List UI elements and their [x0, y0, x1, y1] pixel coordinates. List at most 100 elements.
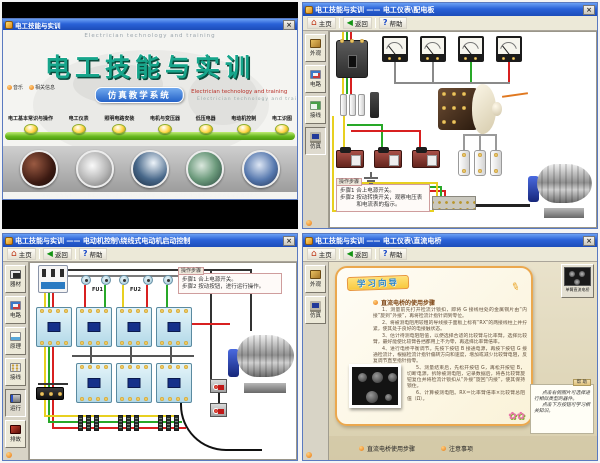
device-thumbnail[interactable]: 单臂直流电桥 [561, 264, 594, 298]
sidebar-item-wiring[interactable]: 接线 [5, 358, 26, 386]
sidebar-item-principle[interactable]: 原理 [5, 327, 26, 355]
fuse-holder[interactable] [474, 150, 486, 176]
breaker-handle[interactable] [348, 55, 357, 68]
fuse[interactable] [163, 275, 173, 285]
titlebar[interactable]: 电工技能与实训 —— 电动机控制\绕线式电动机启动控制 × [3, 234, 297, 247]
photo-meter[interactable] [76, 150, 114, 188]
back-button[interactable]: ◀返回 [343, 17, 372, 29]
wiring-icon [310, 101, 321, 110]
link-usage-steps[interactable]: 直流电桥使用步骤 [359, 444, 415, 453]
help-button[interactable]: ?帮助 [379, 17, 407, 29]
contactor[interactable] [156, 307, 192, 347]
thermal-relay[interactable] [36, 387, 64, 400]
app-icon [305, 237, 313, 245]
close-icon[interactable]: × [583, 236, 595, 246]
sidebar-item-simulation[interactable]: 仿真 [305, 296, 326, 324]
info-toggle[interactable]: 相关信息 [29, 84, 55, 91]
contactor[interactable] [116, 363, 152, 403]
contactor[interactable] [36, 307, 72, 347]
sidebar-item-run[interactable]: 运行 [5, 389, 26, 417]
box-icon [310, 270, 321, 279]
close-icon[interactable]: × [283, 236, 295, 246]
menu-item-motor-control[interactable]: 电动机控制 [231, 115, 256, 134]
titlebar[interactable]: 电工技能与实训 —— 电工仪表\直流电桥 × [303, 234, 597, 247]
photo-tool[interactable] [131, 150, 169, 188]
pushbutton-station[interactable] [210, 379, 227, 393]
titlebar[interactable]: 电工技能与实训 × [3, 19, 297, 30]
fuse[interactable] [119, 275, 129, 285]
toolbar-separator [375, 18, 376, 28]
sidebar-item-simulation[interactable]: 仿真 [305, 127, 326, 155]
menu-oval-button[interactable] [158, 124, 172, 134]
help-button[interactable]: ?帮助 [79, 248, 107, 260]
bullet-icon [359, 446, 364, 451]
home-button[interactable]: ⌂主页 [307, 17, 336, 29]
menu-oval-button[interactable] [275, 124, 289, 134]
guide-main: 学习向导 ✎ 直流电桥的使用步骤 1、测量前先打开检流计锁扣，即将 G 接线柱处… [329, 262, 597, 460]
contactor[interactable] [116, 307, 152, 347]
menu-item-lowvoltage[interactable]: 低压电器 [196, 115, 216, 134]
sidebar-item-equipment[interactable]: 器材 [5, 265, 26, 293]
menu-oval-button[interactable] [72, 124, 86, 134]
monitor-icon [310, 301, 321, 310]
circuit-breaker[interactable] [336, 40, 368, 78]
close-icon[interactable]: × [583, 5, 595, 15]
fuse[interactable] [143, 275, 153, 285]
meter-face [498, 38, 520, 54]
home-label: 主页 [19, 249, 32, 259]
menu-oval-button[interactable] [112, 124, 126, 134]
sidebar-item-appearance[interactable]: 外观 [305, 265, 326, 293]
menu-oval-button[interactable] [237, 124, 251, 134]
pushbutton-station[interactable] [210, 403, 227, 417]
menu-item-drawings[interactable]: 电工识图 [272, 115, 292, 134]
fuse[interactable] [349, 94, 356, 116]
photo-motor[interactable] [186, 150, 224, 188]
sidebar-item-appearance[interactable]: 外观 [305, 34, 326, 62]
help-button[interactable]: ?帮助 [379, 248, 407, 260]
sidebar-item-circuit[interactable]: 电路 [305, 65, 326, 93]
sidebar-item-circuit[interactable]: 电路 [5, 296, 26, 324]
app-icon [5, 21, 13, 29]
fuse-dark[interactable] [370, 92, 379, 118]
wire [347, 124, 383, 126]
menu-item-instruments[interactable]: 电工仪表 [69, 115, 89, 134]
close-icon[interactable]: × [283, 20, 295, 30]
bridge-photo [349, 364, 401, 408]
fuse[interactable] [81, 275, 91, 285]
menu-item-basics[interactable]: 电工基本常识与操作 [8, 115, 53, 134]
music-icon[interactable] [306, 452, 312, 458]
sidebar: 外观 仿真 [303, 262, 329, 460]
link-precautions[interactable]: 注意事项 [441, 444, 473, 453]
music-toggle[interactable]: 音乐 [7, 84, 23, 91]
menu-item-lighting[interactable]: 照明电路安装 [104, 115, 134, 134]
info-icon [29, 85, 34, 90]
photo-components[interactable] [242, 150, 280, 188]
back-button[interactable]: ◀返回 [43, 248, 72, 260]
menu-item-motors-transformers[interactable]: 电机与变压器 [150, 115, 180, 134]
menu-oval-button[interactable] [199, 124, 213, 134]
analog-meter [420, 36, 446, 62]
contactor[interactable] [76, 307, 112, 347]
music-icon[interactable] [306, 220, 312, 226]
fuse[interactable] [340, 94, 347, 116]
motor-base [244, 383, 286, 393]
fuse[interactable] [358, 94, 365, 116]
photo-wires[interactable] [20, 150, 58, 188]
fuse-holder[interactable] [458, 150, 470, 176]
toolbar-separator [375, 249, 376, 259]
fuse-holder[interactable] [490, 150, 502, 176]
titlebar[interactable]: 电工技能与实训 —— 电工仪表\配电板 × [303, 3, 597, 16]
contactor[interactable] [156, 363, 192, 403]
music-icon[interactable] [6, 452, 12, 458]
sidebar-item-wiring[interactable]: 接线 [305, 96, 326, 124]
contactor[interactable] [76, 363, 112, 403]
back-button[interactable]: ◀返回 [343, 248, 372, 260]
home-button[interactable]: ⌂主页 [7, 248, 36, 260]
menu-oval-button[interactable] [24, 124, 38, 134]
circuit-breaker[interactable] [38, 265, 68, 293]
sidebar-item-troubleshoot[interactable]: 排故 [5, 420, 26, 448]
home-icon: ⌂ [311, 250, 317, 258]
rotary-switch[interactable] [438, 84, 502, 134]
fuse[interactable] [101, 275, 111, 285]
home-button[interactable]: ⌂主页 [307, 248, 336, 260]
